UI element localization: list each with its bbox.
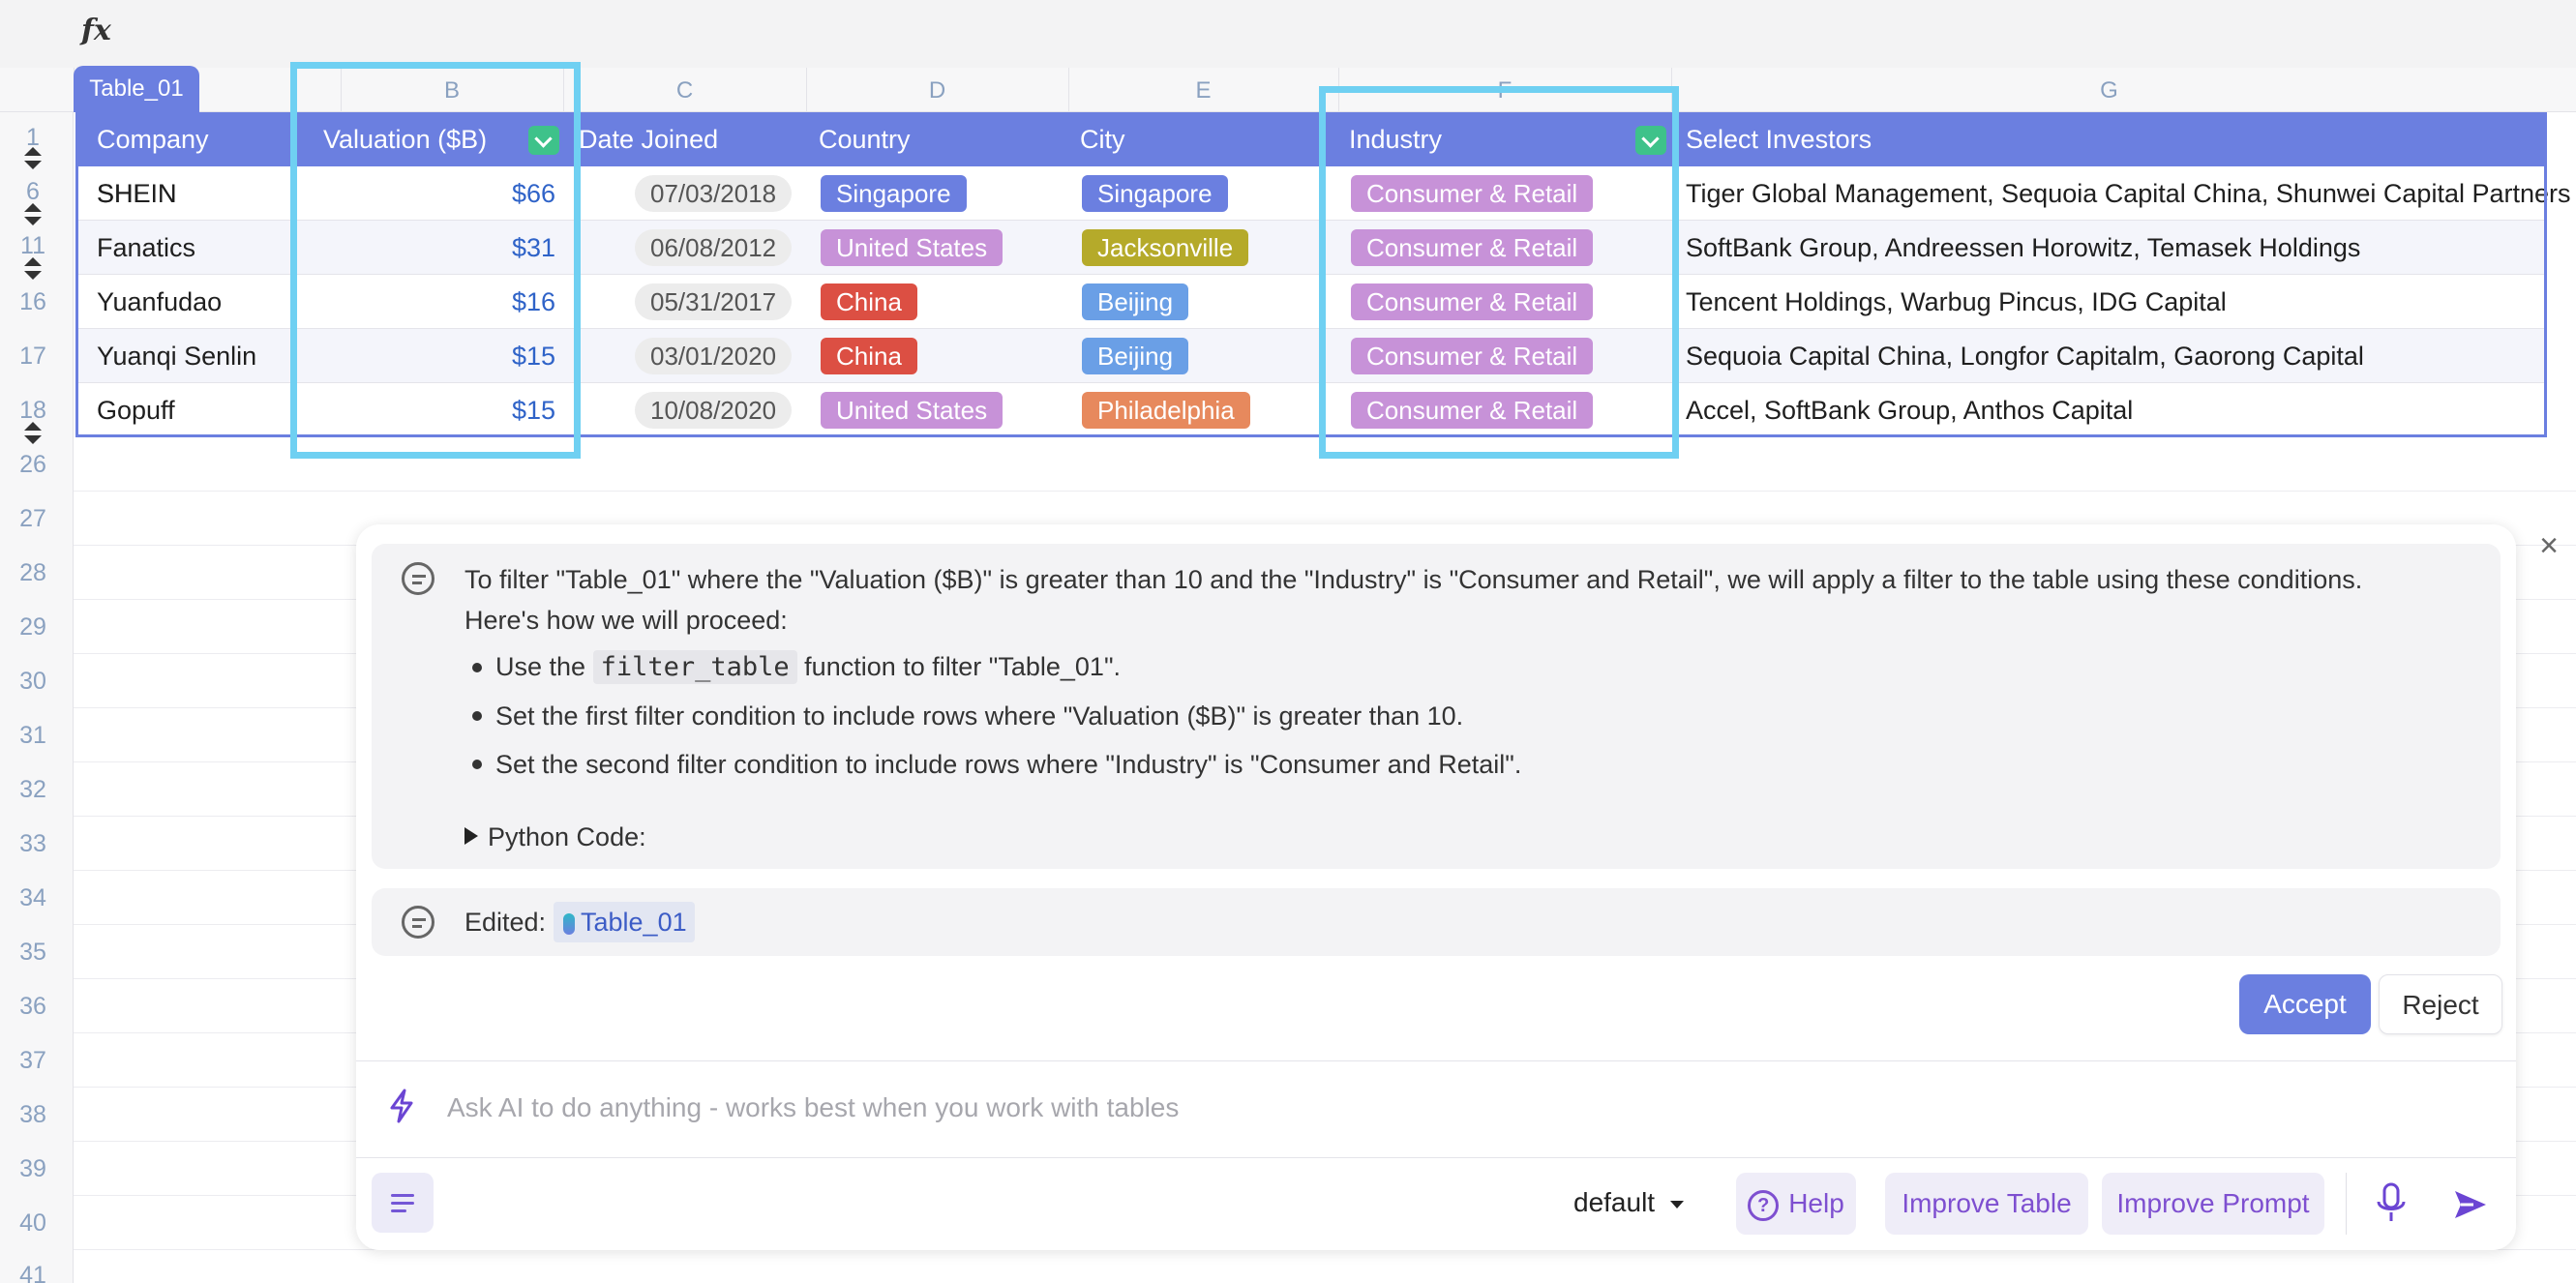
toolbar-separator bbox=[2346, 1173, 2347, 1235]
inline-code-filter-table: filter_table bbox=[592, 650, 797, 684]
caret-down-icon bbox=[1670, 1200, 1685, 1208]
response-bullet-1: Use the filter_table function to filter … bbox=[495, 646, 1121, 688]
row-number[interactable]: 41 bbox=[0, 1262, 66, 1283]
row-number[interactable]: 28 bbox=[0, 559, 66, 587]
collapse-rows-icon[interactable] bbox=[21, 257, 45, 283]
menu-line bbox=[391, 1202, 414, 1205]
row-number[interactable]: 26 bbox=[0, 451, 66, 479]
column-letter-e[interactable]: E bbox=[1068, 77, 1338, 106]
column-letter-c[interactable]: C bbox=[563, 77, 806, 106]
column-letter-b[interactable]: B bbox=[341, 77, 563, 106]
row-number[interactable]: 31 bbox=[0, 722, 66, 750]
model-select-value: default bbox=[1573, 1187, 1656, 1217]
row-number[interactable]: 32 bbox=[0, 776, 66, 804]
formula-bar: fx bbox=[0, 0, 2576, 68]
chat-bubble-icon bbox=[402, 906, 434, 939]
collapse-rows-icon[interactable] bbox=[21, 203, 45, 228]
collapse-rows-icon[interactable] bbox=[21, 422, 45, 447]
improve-prompt-button[interactable]: Improve Prompt bbox=[2102, 1173, 2324, 1235]
row-number[interactable]: 40 bbox=[0, 1209, 66, 1238]
row-number[interactable]: 37 bbox=[0, 1047, 66, 1075]
table-name-tab[interactable]: Table_01 bbox=[74, 66, 199, 112]
row-number[interactable]: 16 bbox=[0, 288, 66, 316]
grid-line bbox=[74, 491, 2576, 492]
row-number[interactable]: 17 bbox=[0, 343, 66, 371]
collapse-rows-icon[interactable] bbox=[21, 147, 45, 172]
bullet-1-suffix: function to filter "Table_01". bbox=[804, 652, 1122, 681]
response-intro-line1: To filter "Table_01" where the "Valuatio… bbox=[464, 565, 2363, 594]
menu-line bbox=[391, 1209, 406, 1212]
row-number[interactable]: 6 bbox=[0, 178, 66, 206]
help-label: Help bbox=[1788, 1188, 1844, 1218]
row-number[interactable]: 18 bbox=[0, 397, 66, 425]
bullet-dot bbox=[472, 711, 482, 721]
response-intro-line2: Here's how we will proceed: bbox=[464, 606, 788, 635]
column-letter-d[interactable]: D bbox=[806, 77, 1068, 106]
row-number[interactable]: 39 bbox=[0, 1155, 66, 1183]
model-select[interactable]: default bbox=[1573, 1182, 1685, 1223]
column-letter-g[interactable]: G bbox=[1671, 77, 2547, 106]
panel-divider bbox=[356, 1157, 2516, 1158]
bullet-1-prefix: Use the bbox=[495, 652, 586, 681]
ai-prompt-input[interactable] bbox=[447, 1084, 2479, 1132]
fx-icon: fx bbox=[81, 14, 111, 47]
reject-button[interactable]: Reject bbox=[2379, 974, 2502, 1034]
edited-table-name: Table_01 bbox=[581, 908, 687, 937]
table-frame bbox=[75, 112, 2547, 437]
edited-label: Edited: bbox=[464, 908, 547, 937]
edited-table-chip[interactable]: Table_01 bbox=[554, 902, 695, 942]
bullet-dot bbox=[472, 760, 482, 769]
send-icon[interactable] bbox=[2452, 1188, 2489, 1221]
lightning-bolt-icon bbox=[390, 1089, 413, 1123]
panel-divider bbox=[356, 1060, 2516, 1061]
question-circle-icon: ? bbox=[1748, 1189, 1780, 1221]
row-number[interactable]: 27 bbox=[0, 505, 66, 533]
python-code-toggle[interactable]: Python Code: bbox=[488, 817, 646, 857]
help-button[interactable]: ? Help bbox=[1736, 1173, 1856, 1235]
response-bullet-2: Set the first filter condition to includ… bbox=[495, 701, 1464, 731]
row-number[interactable]: 38 bbox=[0, 1101, 66, 1129]
row-number[interactable]: 35 bbox=[0, 939, 66, 967]
row-number[interactable]: 11 bbox=[0, 232, 66, 260]
row-number[interactable]: 36 bbox=[0, 993, 66, 1021]
microphone-icon[interactable] bbox=[2375, 1182, 2408, 1225]
column-letter-f[interactable]: F bbox=[1338, 77, 1671, 106]
row-number[interactable]: 30 bbox=[0, 668, 66, 696]
accept-button[interactable]: Accept bbox=[2239, 974, 2371, 1034]
expand-triangle-icon[interactable] bbox=[464, 827, 478, 845]
row-number[interactable]: 29 bbox=[0, 613, 66, 642]
table-color-icon bbox=[563, 912, 575, 935]
menu-lines-button[interactable] bbox=[372, 1173, 434, 1233]
menu-line bbox=[391, 1194, 414, 1197]
row-number[interactable]: 33 bbox=[0, 830, 66, 858]
close-icon[interactable]: × bbox=[2533, 529, 2564, 562]
response-bullet-3: Set the second filter condition to inclu… bbox=[495, 750, 1522, 779]
bullet-dot bbox=[472, 663, 482, 672]
improve-table-button[interactable]: Improve Table bbox=[1885, 1173, 2088, 1235]
chat-bubble-icon bbox=[402, 562, 434, 595]
row-number[interactable]: 34 bbox=[0, 884, 66, 912]
